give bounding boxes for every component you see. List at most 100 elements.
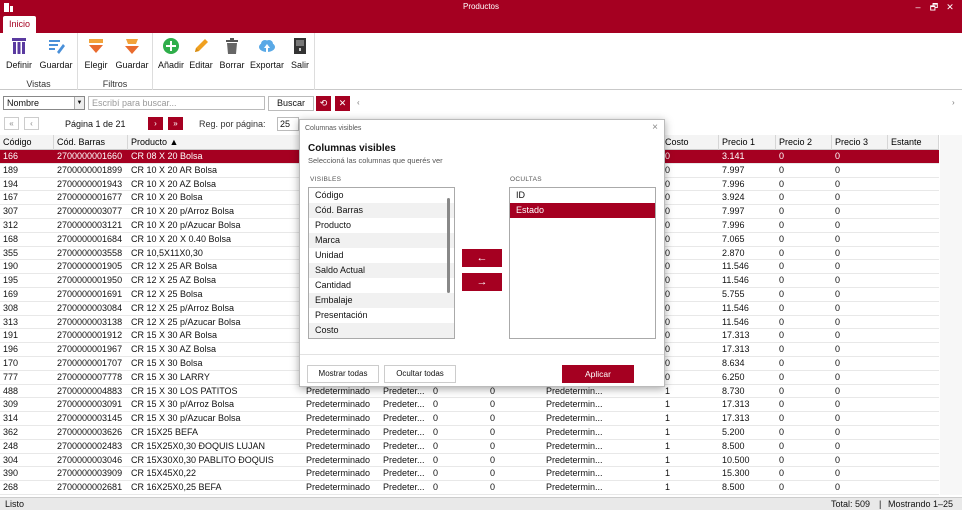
table-cell: 0 <box>665 288 671 299</box>
definir-button[interactable]: Definir <box>4 36 34 70</box>
list-item[interactable]: Unidad <box>309 248 454 263</box>
minimize-button[interactable]: – <box>910 0 926 15</box>
column-header[interactable]: Producto ▲ <box>128 135 303 150</box>
table-row[interactable]: 309 2700000003091 CR 15 X 30 p/Arroz Bolsa… <box>0 398 939 413</box>
window-title: Productos <box>462 2 500 11</box>
list-item[interactable]: Código <box>309 188 454 203</box>
ribbon-tabs: Inicio <box>0 15 962 33</box>
table-row[interactable]: 268 2700000002681 CR 16X25X0,25 BEFA Predet… <box>0 481 939 495</box>
table-row[interactable]: 304 2700000003046 CR 15X30X0,30 PABLITO ÐO… <box>0 454 939 468</box>
list-item[interactable]: Cantidad <box>309 278 454 293</box>
first-page-button[interactable]: « <box>4 117 19 130</box>
move-right-button[interactable]: → <box>462 273 502 291</box>
table-cell: 0 <box>665 316 671 327</box>
guardar-filtro-button[interactable]: Guardar <box>113 36 151 70</box>
scroll-left-icon[interactable]: ‹ <box>357 98 360 107</box>
table-cell: Predetermin... <box>546 468 603 479</box>
hide-all-button[interactable]: Ocultar todas <box>384 365 456 383</box>
column-header[interactable]: Precio 2 <box>776 135 832 150</box>
column-header[interactable]: Precio 1 <box>719 135 776 150</box>
prev-page-button[interactable]: ‹ <box>24 117 39 130</box>
move-left-button[interactable]: ← <box>462 249 502 267</box>
column-header[interactable]: Estante <box>888 135 939 150</box>
table-cell: Predeterminado <box>306 454 371 465</box>
show-all-button[interactable]: Mostrar todas <box>307 365 379 383</box>
table-cell: 0 <box>779 454 785 465</box>
salir-button[interactable]: Salir <box>288 36 312 70</box>
table-cell: 189 <box>3 164 19 175</box>
table-cell: 0 <box>835 371 841 382</box>
anadir-button[interactable]: Añadir <box>155 36 187 70</box>
table-cell: 314 <box>3 413 19 424</box>
maximize-button[interactable]: 🗗 <box>926 0 942 15</box>
vertical-scrollbar[interactable] <box>940 135 962 495</box>
table-row[interactable]: 362 2700000003626 CR 15X25 BEFA Predetermin… <box>0 426 939 440</box>
close-button[interactable]: ✕ <box>942 0 958 15</box>
table-cell: 309 <box>3 399 19 410</box>
table-row[interactable]: 390 2700000003909 CR 15X45X0,22 Predetermin… <box>0 467 939 482</box>
list-item[interactable]: Estado <box>510 203 655 218</box>
list-item[interactable]: Presentación <box>309 308 454 323</box>
list-item[interactable]: ID <box>510 188 655 203</box>
scroll-right-icon[interactable]: › <box>952 98 955 107</box>
list-item[interactable]: Costo <box>309 323 454 338</box>
table-cell: 2700000002681 <box>57 482 123 493</box>
table-cell: 2700000002483 <box>57 440 123 451</box>
last-page-button[interactable]: » <box>168 117 183 130</box>
column-header[interactable]: Código <box>0 135 54 150</box>
table-cell: 308 <box>3 302 19 313</box>
list-item[interactable]: Marca <box>309 233 454 248</box>
search-input[interactable]: Escribí para buscar... <box>88 96 265 110</box>
table-cell: Predeterminado <box>306 440 371 451</box>
add-icon <box>163 38 179 54</box>
table-cell: 0 <box>835 316 841 327</box>
exportar-button[interactable]: Exportar <box>248 36 286 70</box>
table-cell: 8.500 <box>722 440 745 451</box>
apply-button[interactable]: Aplicar <box>562 365 634 383</box>
table-cell: 0 <box>779 316 785 327</box>
table-cell: 2700000004883 <box>57 385 123 396</box>
table-cell: 2700000003084 <box>57 302 123 313</box>
list-item[interactable]: Cód. Barras <box>309 203 454 218</box>
borrar-button[interactable]: Borrar <box>217 36 247 70</box>
next-page-button[interactable]: › <box>148 117 163 130</box>
list-item[interactable]: Embalaje <box>309 293 454 308</box>
hidden-columns-list[interactable]: ID Estado <box>509 187 656 339</box>
tab-inicio[interactable]: Inicio <box>3 16 37 33</box>
search-field-select[interactable]: Nombre ▼ <box>3 96 85 110</box>
title-bar: Productos – 🗗 ✕ <box>0 0 962 15</box>
visible-columns-list[interactable]: Código Cód. Barras Producto Marca Unidad Sald… <box>308 187 455 339</box>
showing-range: Mostrando 1–25 <box>888 499 954 509</box>
table-cell: 0 <box>835 164 841 175</box>
table-cell: CR 15 X 30 p/Azucar Bolsa <box>131 413 241 424</box>
chevron-down-icon[interactable]: ▼ <box>74 97 84 109</box>
table-cell: 777 <box>3 371 19 382</box>
table-row[interactable]: 248 2700000002483 CR 15X25X0,30 ÐOQUIS LUJ… <box>0 440 939 454</box>
ribbon-group-filtros: Elegir Guardar Filtros <box>78 33 153 90</box>
table-cell: 488 <box>3 385 19 396</box>
column-header[interactable]: Costo <box>662 135 719 150</box>
clear-icon[interactable]: ✕ <box>335 96 350 111</box>
table-cell: 0 <box>779 302 785 313</box>
table-cell: 0 <box>665 302 671 313</box>
guardar-vista-button[interactable]: Guardar <box>38 36 74 70</box>
editar-button[interactable]: Editar <box>187 36 215 70</box>
list-item[interactable]: Saldo Actual <box>309 263 454 278</box>
table-row[interactable]: 314 2700000003145 CR 15 X 30 p/Azucar Bols… <box>0 412 939 426</box>
column-header[interactable]: Cód. Barras <box>54 135 128 150</box>
elegir-button[interactable]: Elegir <box>81 36 111 70</box>
column-header[interactable]: Precio 3 <box>832 135 888 150</box>
table-cell: 307 <box>3 206 19 217</box>
table-cell: 2700000001684 <box>57 233 123 244</box>
per-page-input[interactable]: 25 <box>277 117 299 131</box>
list-scrollbar[interactable] <box>447 198 450 293</box>
list-item[interactable]: Producto <box>309 218 454 233</box>
table-cell: 0 <box>665 151 671 161</box>
dialog-close-button[interactable]: × <box>652 122 658 133</box>
table-cell: 0 <box>779 344 785 355</box>
search-button[interactable]: Buscar <box>268 96 314 111</box>
table-cell: CR 12 X 25 p/Arroz Bolsa <box>131 302 235 313</box>
table-cell: 0 <box>835 399 841 410</box>
refresh-icon[interactable]: ⟲ <box>316 96 331 111</box>
vistas-group-label: Vistas <box>26 79 51 89</box>
